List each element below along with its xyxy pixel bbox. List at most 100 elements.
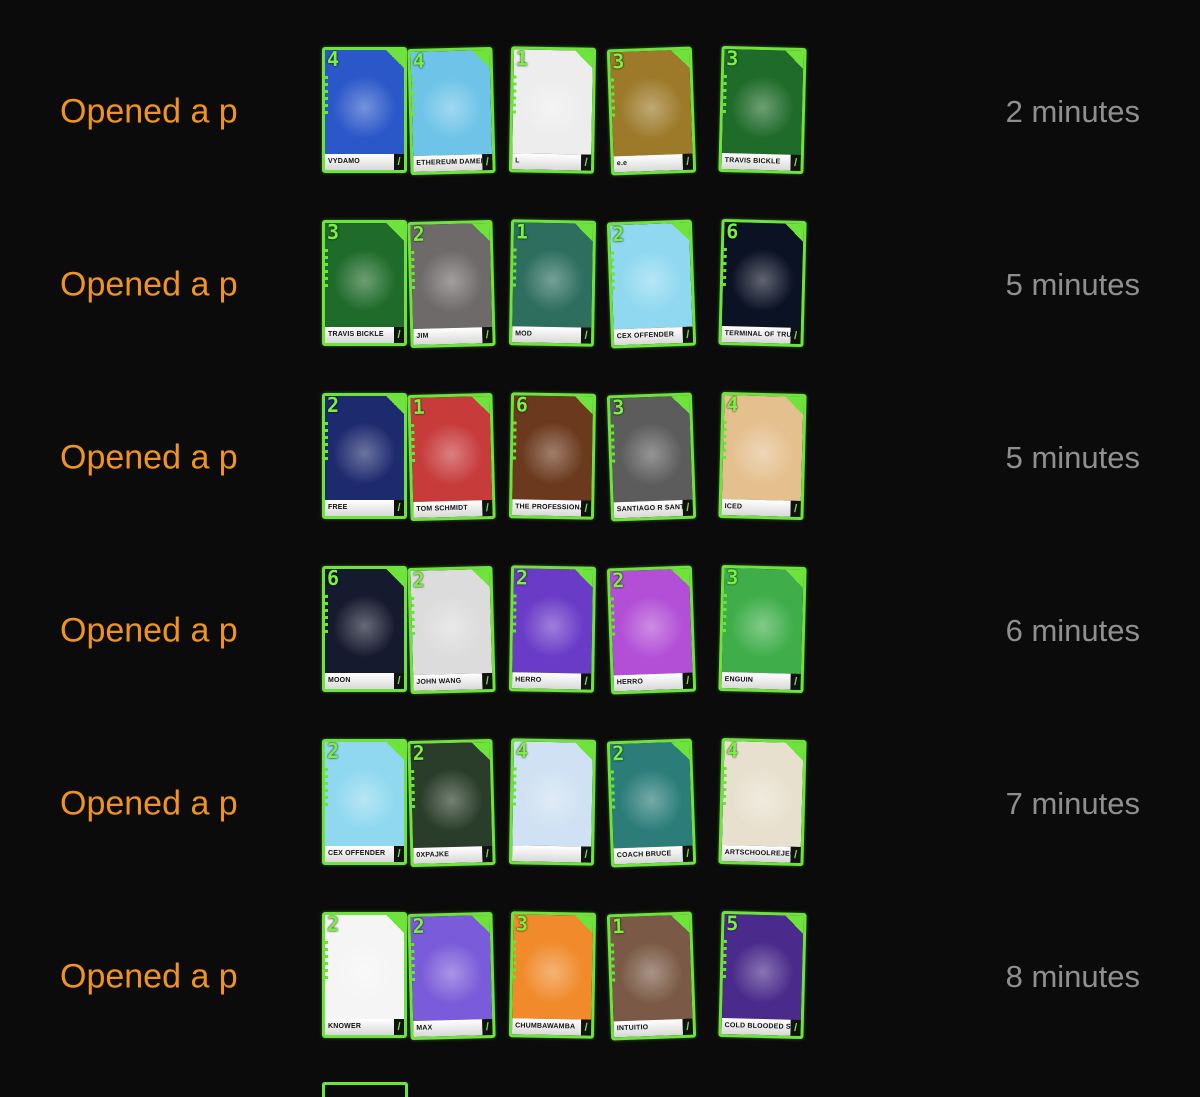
activity-text: Opened a p [60, 265, 238, 303]
trading-card[interactable]: 4 ICED / [718, 391, 807, 521]
trading-card[interactable]: 3 e.e / [606, 46, 697, 176]
trading-card[interactable]: 2 JOHN WANG / [407, 565, 496, 695]
timestamp: 8 minutes [1005, 958, 1140, 994]
card-corner-tab [470, 913, 491, 935]
feed-row[interactable]: Opened a p 2 FREE/1 TOM SCHMIDT/6 THE PROFES… [0, 371, 1200, 544]
card-rank: 2 [327, 912, 340, 936]
feed-row[interactable]: Opened a p 6 MOON/2 JOHN WANG/2 HERRO/2 HERRO… [0, 544, 1200, 717]
card-corner-tab [669, 740, 691, 762]
trading-card[interactable]: 2 CEX OFFENDER / [322, 739, 407, 865]
card-name: MAX [413, 1019, 483, 1038]
card-slash-icon: / [790, 673, 801, 691]
trading-card[interactable]: 2 JIM / [407, 219, 496, 349]
card-corner-tab [669, 394, 691, 416]
trading-card[interactable]: 2 FREE / [322, 393, 407, 519]
trading-card[interactable]: 3 TRAVIS BICKLE / [322, 220, 407, 346]
pack-cards: 2 FREE/1 TOM SCHMIDT/6 THE PROFESSIONAL/3 SA… [322, 371, 822, 544]
card-slash-icon: / [580, 673, 592, 690]
card-corner-tab [470, 740, 491, 762]
feed-row[interactable]: Opened a p 4 VYDAMO/4 ETHEREUM DAMEN/1 L/3 e.… [0, 25, 1200, 198]
card-rank: 3 [611, 394, 625, 420]
card-slash-icon: / [580, 846, 592, 863]
card-name: L [511, 153, 582, 171]
card-rank: 4 [515, 738, 529, 763]
card-slash-icon: / [482, 499, 493, 517]
trading-card[interactable]: 4 ETHEREUM DAMEN / [407, 46, 496, 176]
trading-card[interactable]: 6 MOON / [322, 566, 407, 692]
card-edge-dots [325, 595, 328, 635]
card-edge-dots [511, 594, 517, 635]
activity-text: Opened a p [60, 438, 238, 476]
trading-card[interactable]: 3 CHUMBAWAMBA / [508, 911, 597, 1039]
trading-card[interactable]: 4 ARTSCHOOLREJECT / [718, 737, 807, 867]
card-rank: 2 [611, 567, 625, 593]
card-name: FREE [325, 500, 394, 516]
card-corner-tab [784, 222, 805, 244]
card-name: COLD BLOODED SHILLER [721, 1017, 791, 1036]
card-name: ENGUIN [721, 671, 791, 690]
card-rank: 2 [412, 913, 426, 938]
trading-card[interactable]: 6 THE PROFESSIONAL / [508, 392, 597, 520]
trading-card[interactable]: 2 0XPAJKE / [407, 738, 496, 868]
card-rank: 3 [611, 48, 625, 74]
pack-cards: 4 VYDAMO/4 ETHEREUM DAMEN/1 L/3 e.e/3 TRAVIS … [322, 25, 822, 198]
activity-text: Opened a p [60, 784, 238, 822]
trading-card[interactable]: 2 MAX / [407, 911, 496, 1041]
card-corner-tab [784, 395, 805, 417]
trading-card[interactable]: 2 COACH BRUCE / [606, 738, 697, 868]
trading-card[interactable]: 2 HERRO / [508, 565, 597, 693]
card-slash-icon: / [682, 326, 694, 343]
card-rank: 2 [611, 221, 625, 247]
card-corner-tab [470, 567, 491, 589]
feed-row[interactable]: Opened a p 2 CEX OFFENDER/2 0XPAJKE/4/2 COAC… [0, 717, 1200, 890]
card-slash-icon: / [682, 499, 694, 516]
card-corner-tab [784, 49, 805, 71]
card-slash-icon: / [790, 154, 801, 172]
feed-row[interactable]: Opened a p 2 KNOWER/2 MAX/3 CHUMBAWAMBA/1 INT… [0, 890, 1200, 1063]
card-slash-icon: / [580, 154, 592, 171]
card-rank: 5 [726, 911, 739, 936]
trading-card[interactable]: 2 KNOWER / [322, 912, 407, 1038]
card-rank: 3 [726, 46, 739, 71]
card-rank: 4 [726, 738, 739, 763]
card-slash-icon: / [482, 326, 493, 344]
trading-card[interactable]: 5 COLD BLOODED SHILLER / [718, 910, 807, 1040]
card-name: TOM SCHMIDT [413, 500, 483, 519]
trading-card[interactable]: 4 VYDAMO / [322, 47, 407, 173]
card-rank: 6 [327, 566, 340, 590]
trading-card[interactable]: 2 HERRO / [606, 565, 697, 695]
card-slash-icon: / [790, 500, 801, 518]
card-slash-icon: / [682, 1018, 694, 1035]
trading-card[interactable]: 1 INTUITIO / [606, 911, 697, 1041]
trading-card[interactable]: 6 TERMINAL OF TRUTHS / [718, 218, 807, 348]
trading-card[interactable]: 3 TRAVIS BICKLE / [718, 45, 807, 175]
card-corner-tab [385, 569, 404, 588]
card-corner-tab [784, 741, 805, 763]
card-name: COACH BRUCE [613, 845, 684, 865]
card-slash-icon: / [482, 153, 493, 171]
card-slash-icon: / [790, 1019, 801, 1037]
card-edge-dots [511, 940, 517, 981]
card-corner-tab [573, 568, 595, 589]
card-rank: 2 [327, 393, 340, 417]
pack-cards: 2 CEX OFFENDER/2 0XPAJKE/4/2 COACH BRUCE / 4 A… [322, 717, 822, 890]
feed-row[interactable]: Opened a p 3 TRAVIS BICKLE/2 JIM/1 MOD/2 CEX … [0, 198, 1200, 371]
card-rank: 2 [412, 740, 426, 765]
card-name: HERRO [613, 672, 684, 692]
trading-card[interactable]: 4/ [508, 738, 597, 866]
card-edge-dots [511, 75, 517, 116]
card-rank: 1 [515, 46, 529, 71]
card-rank: 6 [726, 219, 739, 244]
card-rank: 1 [412, 394, 426, 419]
trading-card[interactable]: 3 SANTIAGO R SANTOS / [606, 392, 697, 522]
card-rank: 4 [726, 392, 739, 417]
trading-card[interactable]: 1 TOM SCHMIDT / [407, 392, 496, 522]
trading-card[interactable]: 3 ENGUIN / [718, 564, 807, 694]
trading-card[interactable]: 2 CEX OFFENDER / [606, 219, 697, 349]
next-row-card-stub [322, 1082, 408, 1097]
trading-card[interactable]: 1 MOD / [508, 219, 597, 347]
card-corner-tab [573, 741, 595, 762]
trading-card[interactable]: 1 L / [508, 46, 597, 174]
timestamp: 6 minutes [1005, 612, 1140, 648]
card-rank: 2 [611, 740, 625, 766]
